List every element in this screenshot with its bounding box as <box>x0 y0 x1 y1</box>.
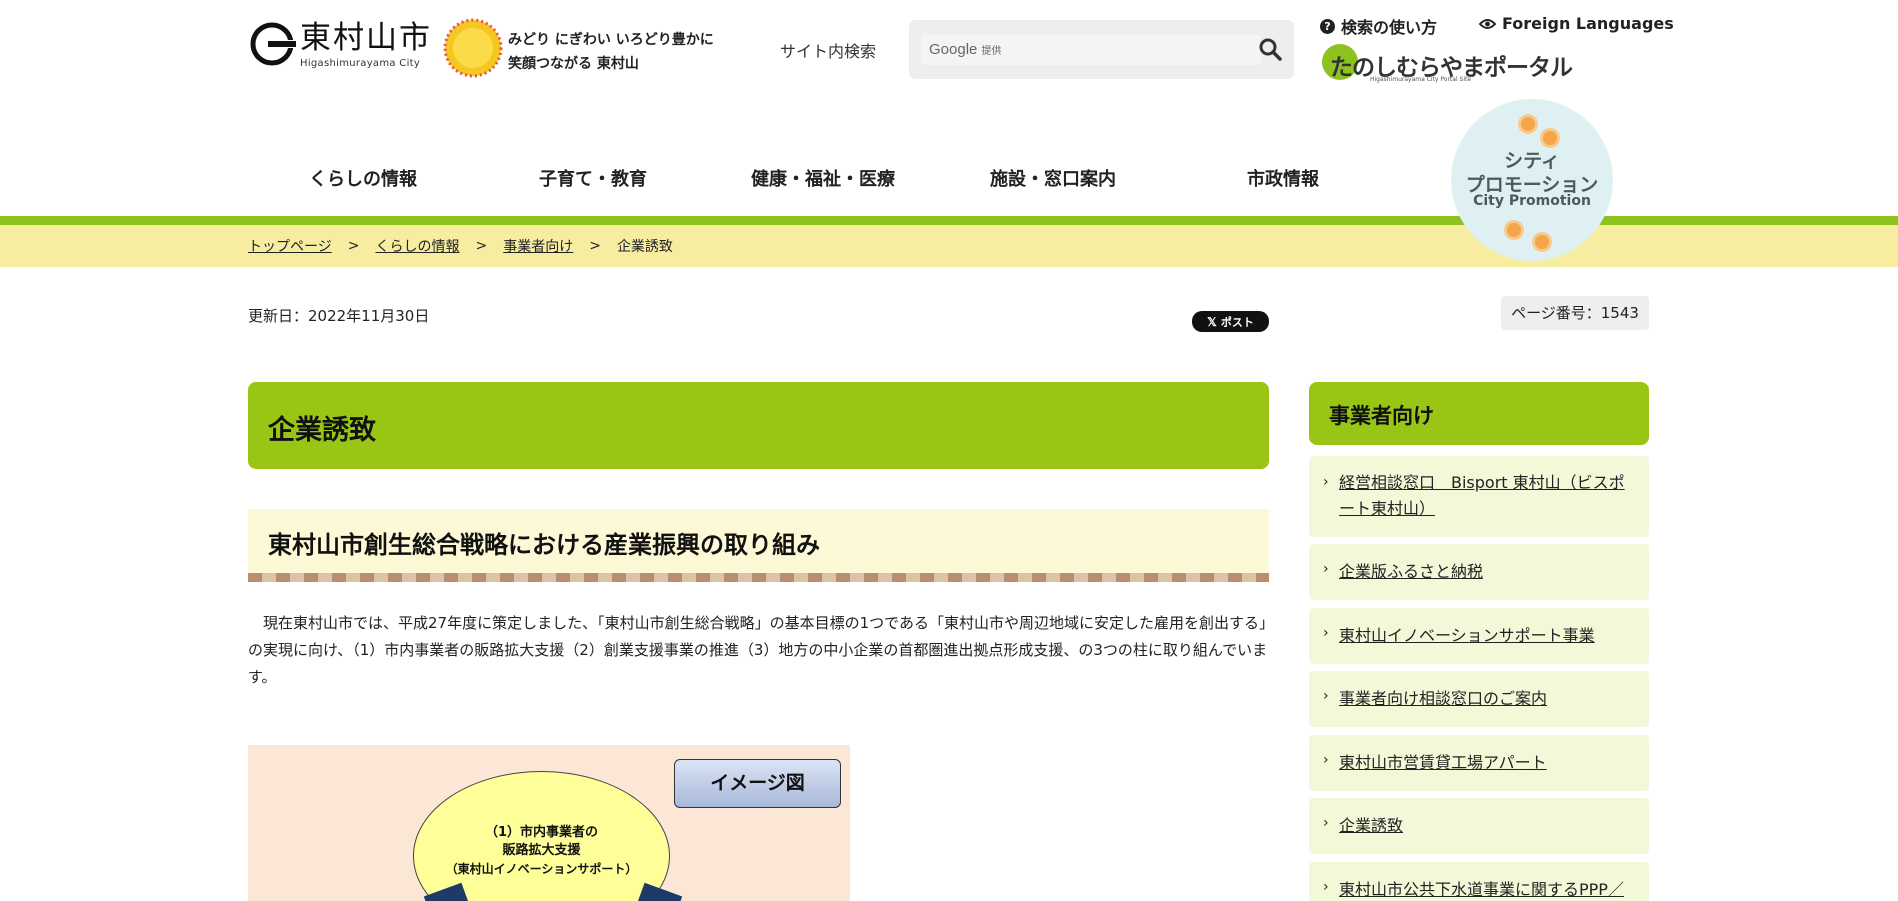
updated-date: 更新日：2022年11月30日 <box>248 307 430 325</box>
chevron-right-icon: › <box>1323 752 1329 768</box>
breadcrumb-top[interactable]: トップページ <box>248 236 332 256</box>
side-nav-link-bisport[interactable]: 経営相談窓口 Bisport 東村山（ビスポート東村山） <box>1339 470 1635 522</box>
eye-icon <box>1479 18 1496 29</box>
chevron-right-icon: › <box>1323 688 1329 704</box>
nav-item-kenko[interactable]: 健康・福祉・医療 <box>708 160 938 200</box>
side-nav-link-factory[interactable]: 東村山市営賃貸工場アパート <box>1339 750 1635 776</box>
logo-english-name: Higashimurayama City <box>300 58 421 69</box>
side-nav-header: 事業者向け <box>1309 382 1649 445</box>
mascot-logo <box>443 18 503 78</box>
search-help-link[interactable]: ? 検索の使い方 <box>1320 14 1437 38</box>
portal-site-subtitle: Higashimurayama City Portal Site <box>1370 76 1472 83</box>
nav-divider <box>0 216 1898 225</box>
side-nav-title: 事業者向け <box>1329 404 1434 428</box>
side-nav-item[interactable]: › 東村山市営賃貸工場アパート <box>1309 735 1649 791</box>
breadcrumb-kurashi[interactable]: くらしの情報 <box>375 236 459 256</box>
breadcrumb-current: 企業誘致 <box>616 239 673 255</box>
breadcrumb-separator: > <box>475 238 488 254</box>
diagram-ellipse-label: （1）市内事業者の 販路拡大支援 （東村山イノベーションサポート） <box>445 825 638 876</box>
site-header: 東村山市 Higashimurayama City みどり にぎわい いろどり豊… <box>0 0 1898 100</box>
chevron-right-icon: › <box>1323 474 1329 490</box>
flower-icon <box>1521 117 1535 131</box>
side-nav-item[interactable]: › 経営相談窓口 Bisport 東村山（ビスポート東村山） <box>1309 456 1649 537</box>
x-post-button[interactable]: 𝕏 ポスト <box>1192 311 1269 332</box>
diagram-label: イメージ図 <box>674 759 841 808</box>
side-nav-link-consultation[interactable]: 事業者向け相談窓口のご案内 <box>1339 686 1635 712</box>
breadcrumb-separator: > <box>347 238 360 254</box>
nav-item-kurashi[interactable]: くらしの情報 <box>248 160 478 200</box>
search-icon <box>1259 38 1282 61</box>
flower-icon <box>1543 131 1557 145</box>
breadcrumb: トップページ > くらしの情報 > 事業者向け > 企業誘致 <box>248 236 673 256</box>
search-provider-label: Google 提供 <box>929 41 1002 58</box>
image-diagram: （1）市内事業者の 販路拡大支援 （東村山イノベーションサポート） イメージ図 <box>248 745 850 901</box>
side-nav-link-innovation[interactable]: 東村山イノベーションサポート事業 <box>1339 623 1635 649</box>
foreign-languages-link[interactable]: Foreign Languages <box>1479 14 1674 33</box>
section-heading-box: 東村山市創生総合戦略における産業振興の取り組み <box>248 509 1269 573</box>
city-promotion-english: City Promotion <box>1473 193 1591 209</box>
page-title: 企業誘致 <box>268 415 376 446</box>
chevron-right-icon: › <box>1323 561 1329 577</box>
search-button[interactable] <box>1254 34 1286 66</box>
x-logo-icon: 𝕏 <box>1207 314 1217 329</box>
side-nav-item[interactable]: › 事業者向け相談窓口のご案内 <box>1309 671 1649 727</box>
portal-site-link[interactable]: たのしむらやまポータル Higashimurayama City Portal … <box>1322 44 1573 83</box>
page-title-box: 企業誘致 <box>248 382 1269 469</box>
global-nav: くらしの情報 子育て・教育 健康・福祉・医療 施設・窓口案内 市政情報 <box>248 160 1398 200</box>
nav-item-kosodate[interactable]: 子育て・教育 <box>478 160 708 200</box>
site-logo[interactable]: 東村山市 Higashimurayama City <box>248 20 432 69</box>
side-nav-link-kigyo-yuchi[interactable]: 企業誘致 <box>1339 813 1635 839</box>
chevron-right-icon: › <box>1323 815 1329 831</box>
chevron-right-icon: › <box>1323 879 1329 895</box>
side-nav-item[interactable]: › 東村山イノベーションサポート事業 <box>1309 608 1649 664</box>
side-nav-item[interactable]: › 企業誘致 <box>1309 798 1649 854</box>
body-paragraph: 現在東村山市では、平成27年度に策定しました、「東村山市創生総合戦略」の基本目標… <box>248 614 1268 686</box>
nav-item-shisetsu[interactable]: 施設・窓口案内 <box>938 160 1168 200</box>
search-box: Google 提供 <box>909 20 1294 79</box>
side-nav-link-furusato[interactable]: 企業版ふるさと納税 <box>1339 559 1635 585</box>
flower-icon <box>1535 235 1549 249</box>
flower-icon <box>1507 223 1521 237</box>
city-emblem-icon <box>250 22 296 66</box>
page-number: ページ番号：1543 <box>1501 296 1649 330</box>
chevron-right-icon: › <box>1323 625 1329 641</box>
section-heading-stripe <box>248 573 1269 582</box>
site-search-label: サイト内検索 <box>780 42 877 61</box>
question-icon: ? <box>1320 18 1335 34</box>
city-slogan: みどり にぎわい いろどり豊かに 笑顔つながる 東村山 <box>508 32 714 72</box>
side-nav-item[interactable]: › 東村山市公共下水道事業に関するPPP／ <box>1309 862 1649 901</box>
breadcrumb-separator: > <box>589 238 601 254</box>
breadcrumb-jigyosha[interactable]: 事業者向け <box>503 236 573 256</box>
section-heading: 東村山市創生総合戦略における産業振興の取り組み <box>268 531 820 559</box>
logo-japanese-name: 東村山市 <box>300 20 432 56</box>
side-nav-item[interactable]: › 企業版ふるさと納税 <box>1309 544 1649 600</box>
city-promotion-title: シティ プロモーション <box>1465 150 1599 196</box>
side-nav-link-ppp[interactable]: 東村山市公共下水道事業に関するPPP／ <box>1339 877 1635 901</box>
nav-item-shisei[interactable]: 市政情報 <box>1168 160 1398 200</box>
city-promotion-link[interactable]: シティ プロモーション City Promotion <box>1451 99 1613 261</box>
